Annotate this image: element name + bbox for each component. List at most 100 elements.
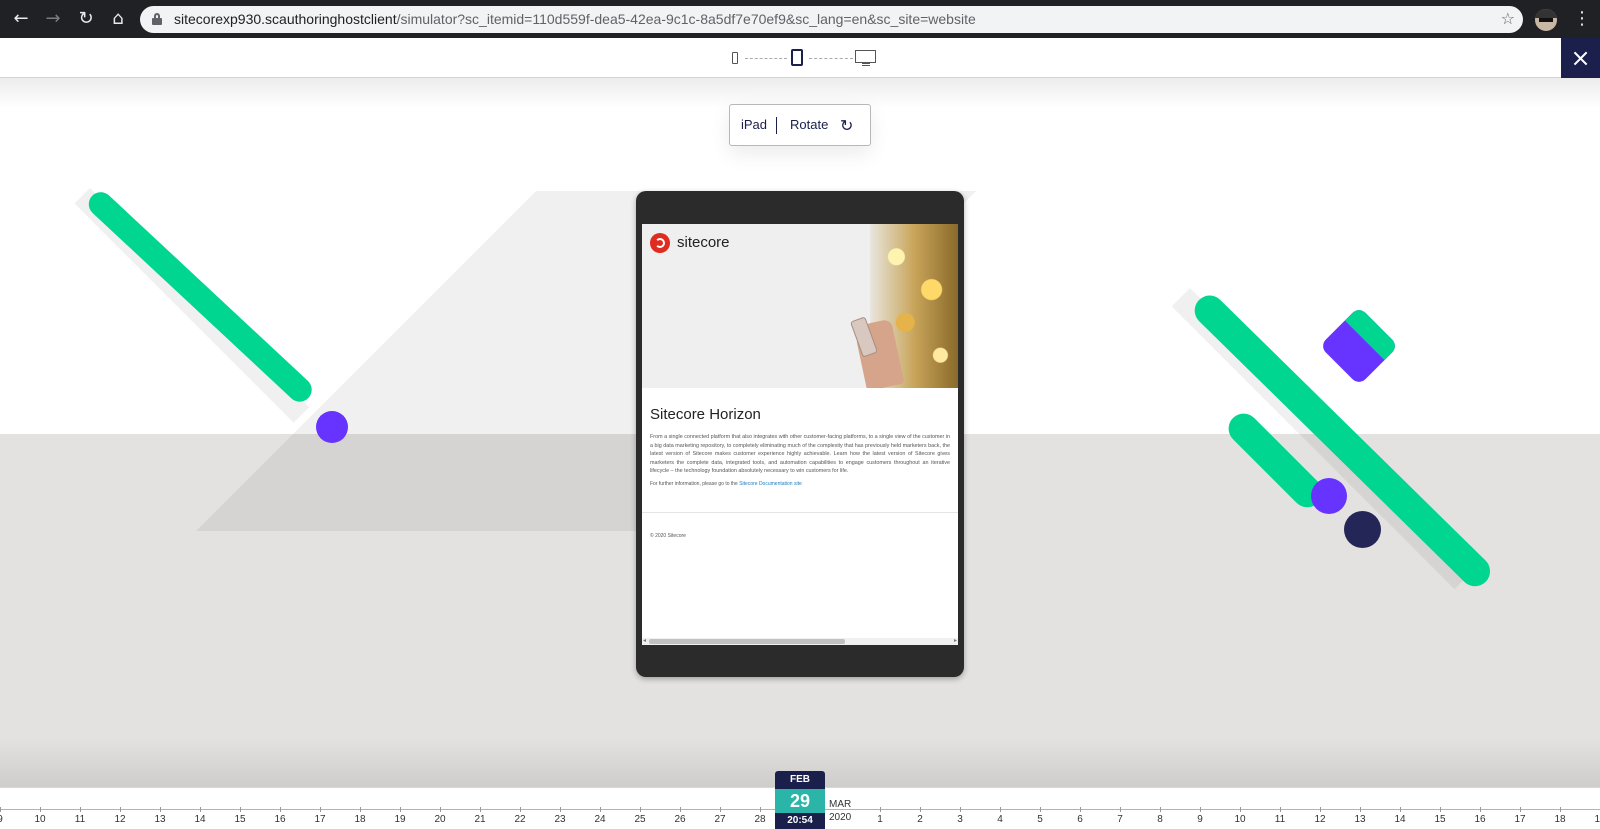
timeline-tick — [1280, 807, 1281, 812]
current-month: FEB — [775, 771, 825, 789]
timeline-tick — [1320, 807, 1321, 812]
timeline-day-label[interactable]: 27 — [714, 814, 725, 825]
timeline-day-label[interactable]: 12 — [114, 814, 125, 825]
timeline-day-label[interactable]: 22 — [514, 814, 525, 825]
rotate-button[interactable]: Rotate — [790, 117, 828, 132]
timeline-tick — [1200, 807, 1201, 812]
timeline-tick — [1040, 807, 1041, 812]
page-title: Sitecore Horizon — [650, 406, 761, 423]
page-content: Sitecore Horizon From a single connected… — [642, 406, 958, 539]
current-day: 29 — [775, 789, 825, 813]
timeline-tick — [200, 807, 201, 812]
scroll-thumb[interactable] — [649, 639, 845, 644]
timeline-day-label[interactable]: 17 — [314, 814, 325, 825]
further-info: For further information, please go to th… — [650, 481, 950, 487]
timeline-day-label[interactable]: 24 — [594, 814, 605, 825]
horizontal-scrollbar[interactable]: ◂ ▸ — [642, 638, 958, 645]
simulator-stage: iPad Rotate ↻ sitecore Sitecore Horizon … — [0, 78, 1600, 787]
timeline-day-label[interactable]: 13 — [1354, 814, 1365, 825]
timeline-tick — [280, 807, 281, 812]
rotate-icon[interactable]: ↻ — [840, 117, 853, 134]
timeline-tick — [320, 807, 321, 812]
next-year: 2020 — [829, 812, 852, 823]
timeline-tick — [720, 807, 721, 812]
lock-icon — [152, 13, 162, 25]
timeline-tick — [680, 807, 681, 812]
avatar[interactable] — [1535, 9, 1557, 31]
timeline-day-label[interactable]: 11 — [1275, 814, 1285, 825]
timeline-tick — [1080, 807, 1081, 812]
timeline-day-label[interactable]: 5 — [1037, 814, 1043, 825]
star-icon[interactable]: ☆ — [1501, 9, 1515, 28]
timeline-tick — [40, 807, 41, 812]
timeline-tick — [1360, 807, 1361, 812]
timeline-day-label[interactable]: 14 — [1394, 814, 1405, 825]
decorative-purple-dot — [1311, 478, 1347, 514]
timeline-day-label[interactable]: 15 — [234, 814, 245, 825]
tablet-screen[interactable]: sitecore Sitecore Horizon From a single … — [642, 224, 958, 645]
timeline-day-label[interactable]: 12 — [1314, 814, 1325, 825]
timeline-day-label[interactable]: 28 — [754, 814, 765, 825]
hero-image: sitecore — [642, 224, 958, 388]
timeline-day-label[interactable]: 15 — [1434, 814, 1445, 825]
url-text[interactable]: sitecorexp930.scauthoringhostclient/simu… — [174, 11, 976, 27]
device-name: iPad — [741, 117, 768, 132]
timeline-tick — [0, 807, 1, 812]
timeline-day-label[interactable]: 21 — [474, 814, 485, 825]
timeline-tick — [480, 807, 481, 812]
close-icon[interactable]: × — [1561, 38, 1600, 78]
timeline-day-label[interactable]: 23 — [554, 814, 565, 825]
timeline-day-label[interactable]: 13 — [154, 814, 165, 825]
timeline-day-label[interactable]: 1 — [877, 814, 883, 825]
timeline-day-label[interactable]: 18 — [1554, 814, 1565, 825]
timeline-day-label[interactable]: 19 — [1594, 814, 1600, 825]
further-info-text: For further information, please go to th… — [650, 480, 738, 487]
timeline-day-label[interactable]: 16 — [1474, 814, 1485, 825]
timeline-day-label[interactable]: 2 — [917, 814, 923, 825]
current-time: 20:54 — [775, 813, 825, 829]
connector-line — [809, 58, 853, 59]
forward-icon[interactable]: → — [42, 8, 64, 30]
timeline-tick — [960, 807, 961, 812]
timeline-day-label[interactable]: 4 — [997, 814, 1003, 825]
timeline-day-label[interactable]: 9 — [1197, 814, 1203, 825]
timeline-day-label[interactable]: 3 — [957, 814, 963, 825]
phone-device-icon[interactable] — [730, 38, 742, 78]
timeline-day-label[interactable]: 11 — [75, 814, 85, 825]
divider — [776, 117, 777, 134]
timeline-tick — [80, 807, 81, 812]
decorative-navy-dot — [1344, 511, 1381, 548]
scroll-left-icon[interactable]: ◂ — [643, 638, 646, 645]
current-date-marker[interactable]: FEB 29 20:54 — [775, 771, 825, 829]
timeline-day-label[interactable]: 10 — [34, 814, 45, 825]
timeline-day-label[interactable]: 16 — [274, 814, 285, 825]
desktop-device-icon[interactable] — [854, 38, 878, 78]
timeline-tick — [560, 807, 561, 812]
timeline-day-label[interactable]: 8 — [1157, 814, 1163, 825]
logo-text: sitecore — [677, 234, 730, 251]
timeline-day-label[interactable]: 26 — [674, 814, 685, 825]
timeline-tick — [640, 807, 641, 812]
timeline-day-label[interactable]: 18 — [354, 814, 365, 825]
timeline-day-label[interactable]: 10 — [1234, 814, 1245, 825]
decorative-green-bar — [83, 187, 317, 407]
timeline-day-label[interactable]: 19 — [394, 814, 405, 825]
connector-line — [745, 58, 787, 59]
back-icon[interactable]: ← — [10, 8, 32, 30]
documentation-link[interactable]: Sitecore Documentation site — [739, 481, 802, 487]
timeline-day-label[interactable]: 25 — [634, 814, 645, 825]
address-bar[interactable]: sitecorexp930.scauthoringhostclient/simu… — [140, 6, 1523, 33]
timeline-day-label[interactable]: 7 — [1117, 814, 1123, 825]
timeline-day-label[interactable]: 20 — [434, 814, 445, 825]
timeline-tick — [1520, 807, 1521, 812]
menu-kebab-icon[interactable]: ⋮ — [1573, 8, 1591, 30]
timeline-day-label[interactable]: 9 — [0, 814, 3, 825]
reload-icon[interactable]: ↻ — [75, 8, 97, 30]
timeline-day-label[interactable]: 17 — [1514, 814, 1525, 825]
scroll-right-icon[interactable]: ▸ — [954, 638, 957, 645]
tablet-device-icon[interactable] — [789, 38, 805, 78]
timeline-day-label[interactable]: 6 — [1077, 814, 1083, 825]
browser-chrome: ← → ↻ ⌂ sitecorexp930.scauthoringhostcli… — [0, 0, 1600, 38]
home-icon[interactable]: ⌂ — [107, 8, 129, 30]
timeline-day-label[interactable]: 14 — [194, 814, 205, 825]
